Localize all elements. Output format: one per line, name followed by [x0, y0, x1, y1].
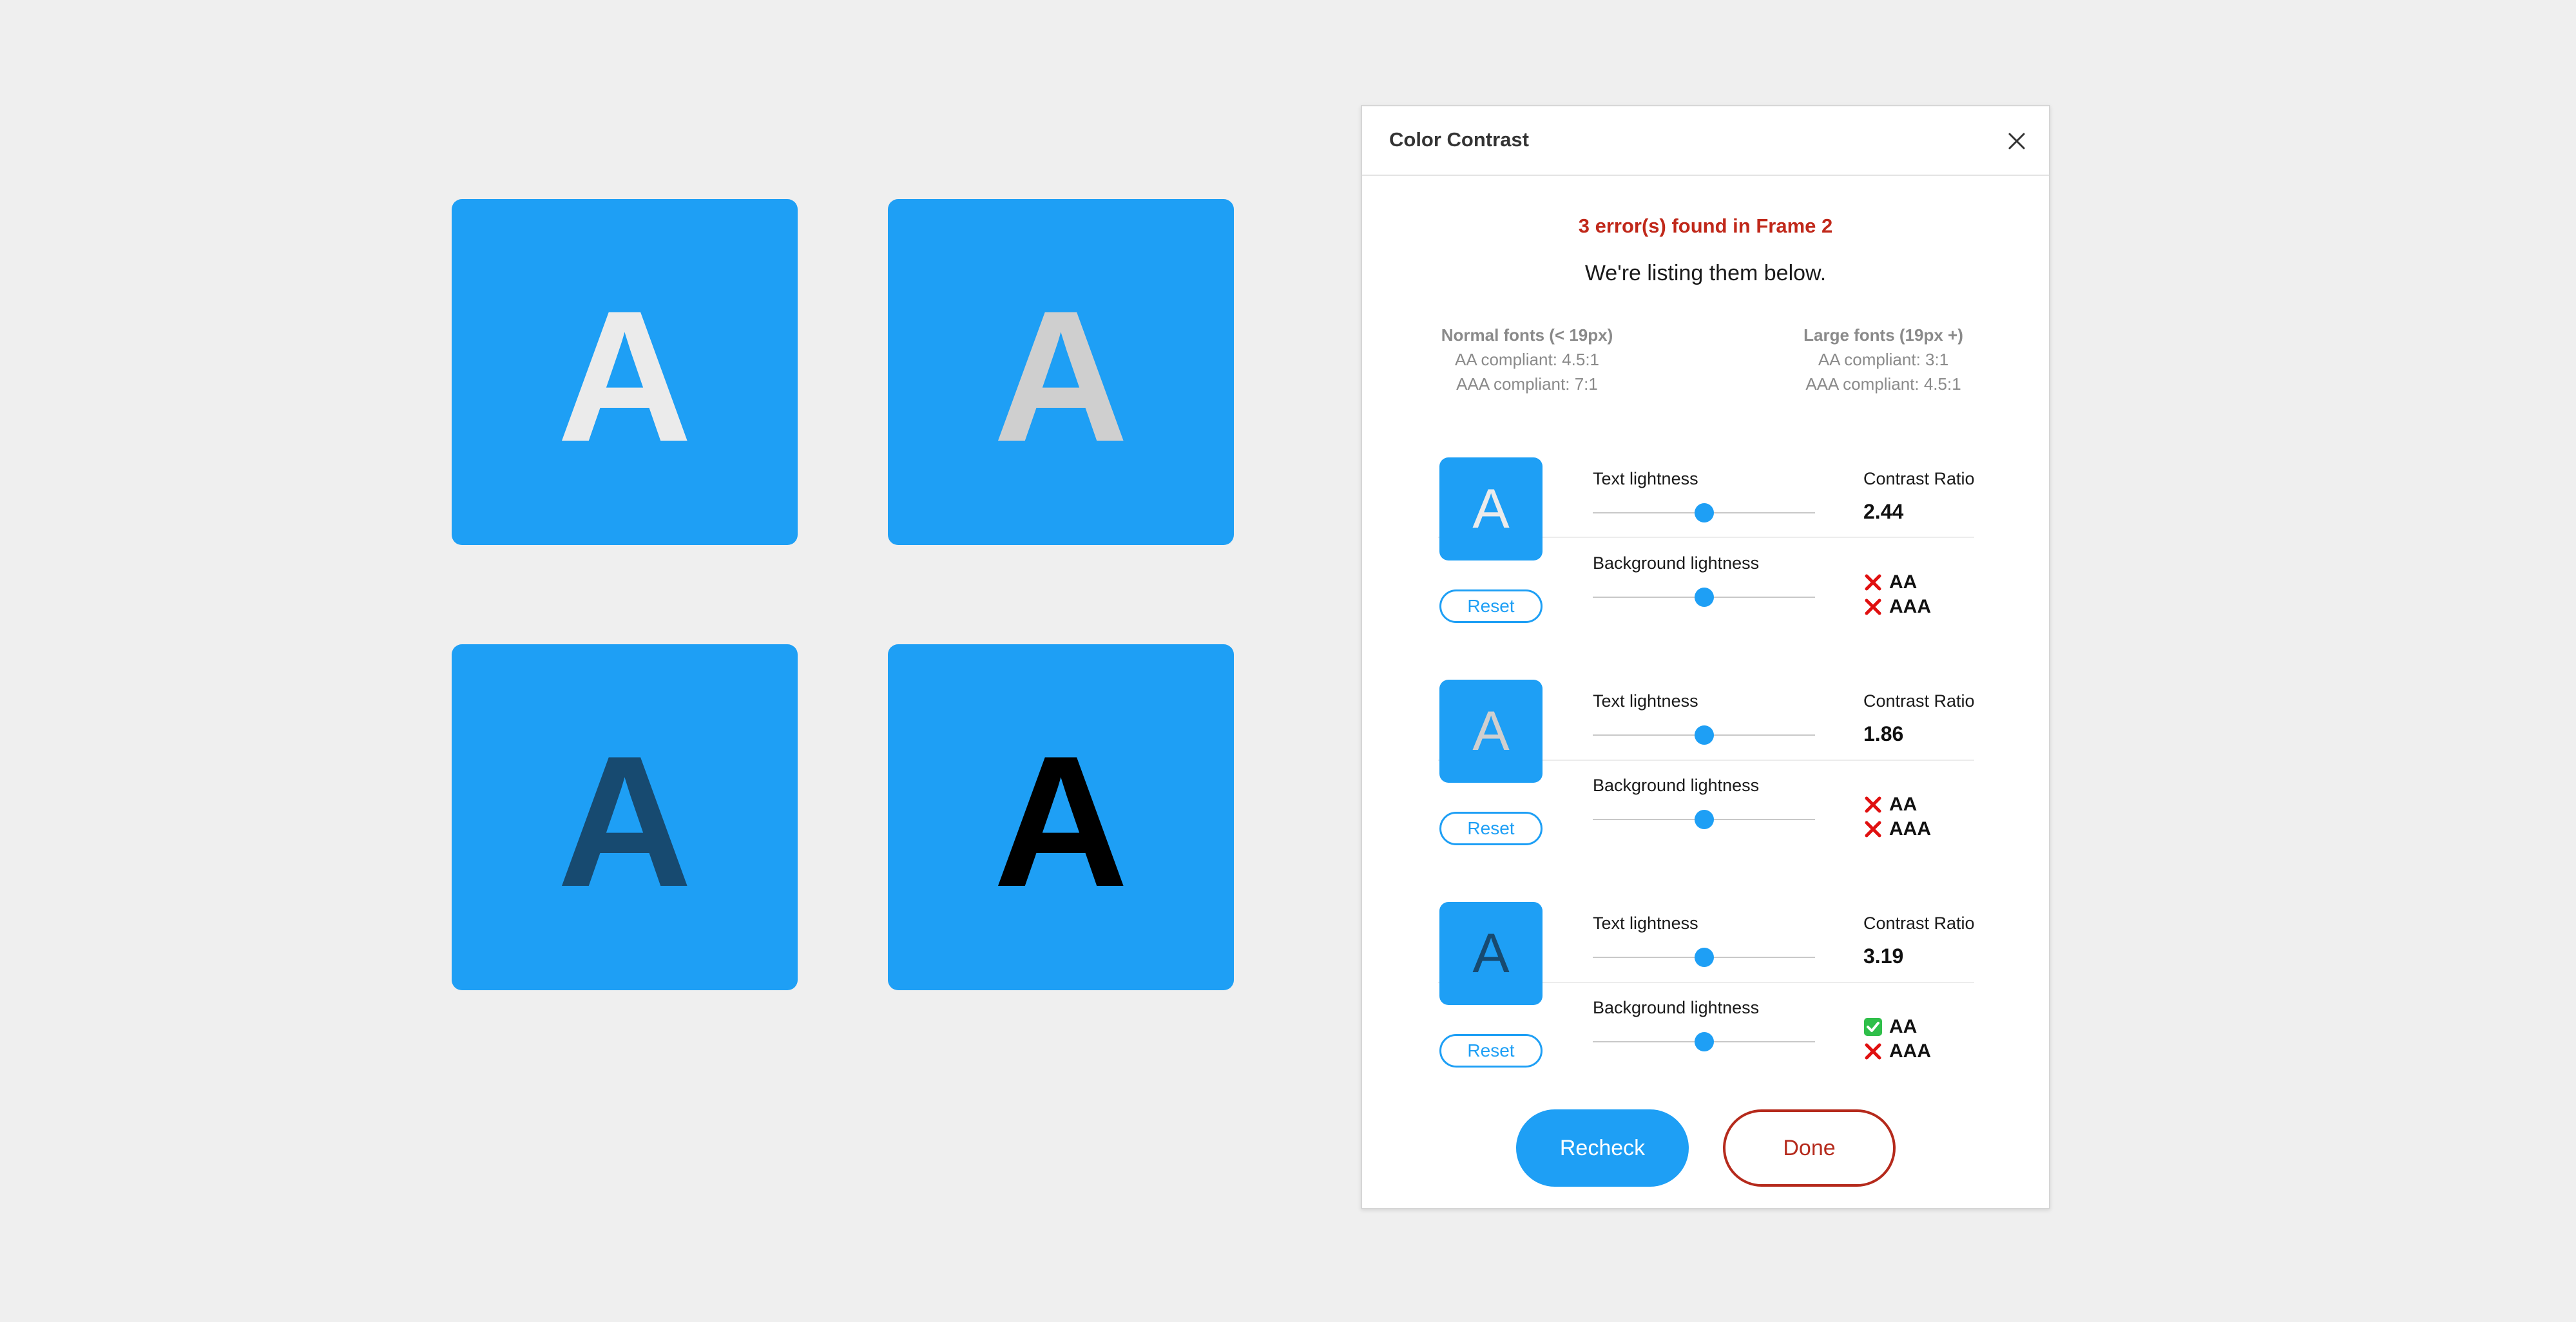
aa-label: AA	[1889, 1016, 1918, 1037]
legend-heading: Normal fonts (< 19px)	[1441, 325, 1613, 345]
canvas-tile-4[interactable]: A	[888, 644, 1234, 990]
contrast-row: A Reset Text lightness Background lightn…	[1362, 680, 2049, 873]
aa-status: AA	[1863, 571, 1917, 594]
status-icon	[1863, 573, 1883, 592]
preview-letter: A	[1472, 477, 1510, 540]
close-button[interactable]	[2001, 126, 2032, 157]
close-icon	[2008, 133, 2025, 149]
aa-status: AA	[1863, 793, 1917, 816]
slider-thumb[interactable]	[1694, 588, 1714, 607]
aaa-label: AAA	[1889, 1040, 1931, 1062]
slider-thumb[interactable]	[1694, 1032, 1714, 1051]
canvas-tile-3[interactable]: A	[452, 644, 798, 990]
canvas-tile-1[interactable]: A	[452, 199, 798, 545]
cross-icon	[1865, 1043, 1881, 1060]
panel-subtitle: We're listing them below.	[1584, 261, 1827, 285]
slider-thumb[interactable]	[1694, 810, 1714, 829]
aaa-label: AAA	[1889, 818, 1931, 839]
status-icon	[1863, 1042, 1883, 1061]
tile-letter: A	[993, 271, 1129, 481]
contrast-ratio-value: 3.19	[1863, 944, 1904, 968]
aa-status: AA	[1863, 1015, 1917, 1039]
legend-aaa: AAA compliant: 7:1	[1456, 374, 1598, 394]
contrast-row: A Reset Text lightness Background lightn…	[1362, 457, 2049, 651]
panel-header: Color Contrast	[1362, 106, 2049, 176]
legend-large-fonts: Large fonts (19px +) AA compliant: 3:1 A…	[1780, 323, 1986, 396]
slider-thumb[interactable]	[1694, 725, 1714, 745]
status-icon	[1863, 597, 1883, 617]
slider-thumb[interactable]	[1694, 948, 1714, 967]
background-lightness-slider[interactable]	[1593, 587, 1815, 608]
text-lightness-label: Text lightness	[1593, 691, 1698, 711]
aaa-status: AAA	[1863, 818, 1931, 841]
tile-letter: A	[557, 716, 693, 926]
text-lightness-label: Text lightness	[1593, 469, 1698, 488]
text-lightness-slider[interactable]	[1593, 503, 1815, 523]
cross-icon	[1865, 796, 1881, 813]
contrast-ratio-label: Contrast Ratio	[1863, 691, 1975, 711]
background-lightness-label: Background lightness	[1593, 998, 1760, 1017]
reset-button[interactable]: Reset	[1439, 589, 1543, 623]
background-lightness-slider[interactable]	[1593, 809, 1815, 830]
status-icon	[1863, 1017, 1883, 1037]
status-icon	[1863, 819, 1883, 839]
contrast-ratio-label: Contrast Ratio	[1863, 914, 1975, 933]
reset-button[interactable]: Reset	[1439, 812, 1543, 845]
legend-aa: AA compliant: 4.5:1	[1454, 350, 1600, 369]
preview-letter: A	[1472, 922, 1510, 984]
cross-icon	[1865, 574, 1881, 591]
error-summary: 3 error(s) found in Frame 2	[1578, 215, 1833, 237]
contrast-ratio-value: 1.86	[1863, 722, 1904, 745]
legend-aa: AA compliant: 3:1	[1818, 350, 1949, 369]
tile-letter: A	[557, 271, 693, 481]
background-lightness-label: Background lightness	[1593, 553, 1760, 573]
aaa-status: AAA	[1863, 1040, 1931, 1063]
contrast-ratio-value: 2.44	[1863, 500, 1904, 523]
status-icon	[1863, 795, 1883, 814]
preview-swatch: A	[1439, 902, 1543, 1005]
panel-title: Color Contrast	[1389, 128, 1529, 151]
design-canvas: A A A A	[0, 0, 2576, 1322]
text-lightness-slider[interactable]	[1593, 725, 1815, 745]
tile-letter: A	[993, 716, 1129, 926]
cross-icon	[1865, 821, 1881, 838]
background-lightness-label: Background lightness	[1593, 776, 1760, 795]
text-lightness-slider[interactable]	[1593, 947, 1815, 968]
cross-icon	[1865, 599, 1881, 615]
aa-label: AA	[1889, 571, 1918, 593]
contrast-ratio-label: Contrast Ratio	[1863, 469, 1975, 488]
preview-swatch: A	[1439, 457, 1543, 560]
aa-label: AA	[1889, 794, 1918, 815]
contrast-row: A Reset Text lightness Background lightn…	[1362, 902, 2049, 1095]
reset-button[interactable]: Reset	[1439, 1034, 1543, 1068]
legend-aaa: AAA compliant: 4.5:1	[1805, 374, 1961, 394]
done-button[interactable]: Done	[1723, 1109, 1896, 1187]
recheck-button[interactable]: Recheck	[1516, 1109, 1689, 1187]
slider-thumb[interactable]	[1694, 503, 1714, 522]
preview-letter: A	[1472, 700, 1510, 762]
legend-heading: Large fonts (19px +)	[1803, 325, 1963, 345]
background-lightness-slider[interactable]	[1593, 1031, 1815, 1052]
text-lightness-label: Text lightness	[1593, 914, 1698, 933]
canvas-tile-2[interactable]: A	[888, 199, 1234, 545]
color-contrast-panel: Color Contrast 3 error(s) found in Frame…	[1361, 105, 2050, 1209]
aaa-status: AAA	[1863, 595, 1931, 618]
legend-normal-fonts: Normal fonts (< 19px) AA compliant: 4.5:…	[1424, 323, 1630, 396]
check-icon	[1864, 1018, 1882, 1036]
preview-swatch: A	[1439, 680, 1543, 783]
aaa-label: AAA	[1889, 596, 1931, 617]
